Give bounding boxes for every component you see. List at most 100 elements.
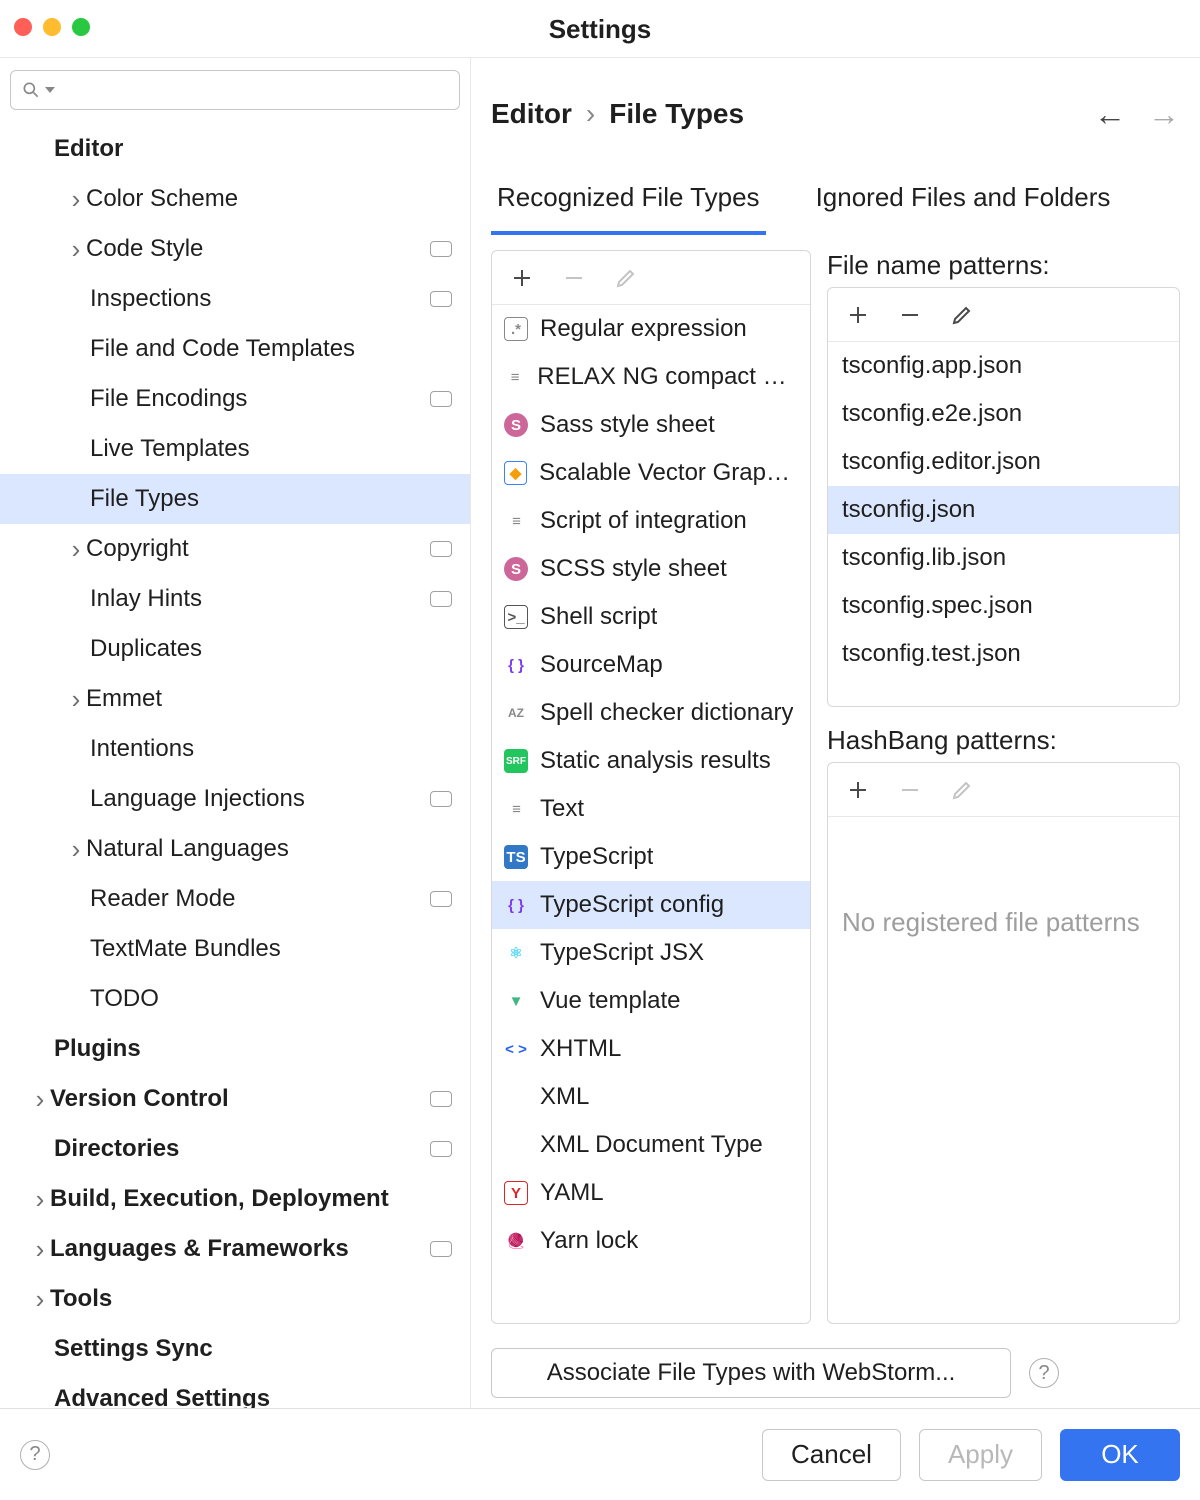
file-type-item[interactable]: SRFStatic analysis results: [492, 737, 810, 785]
sidebar-item[interactable]: Reader Mode: [0, 874, 470, 924]
help-icon[interactable]: ?: [1029, 1358, 1059, 1388]
file-type-item[interactable]: < >XHTML: [492, 1025, 810, 1073]
sidebar-item[interactable]: Live Templates: [0, 424, 470, 474]
ts-icon: TS: [504, 845, 528, 869]
sidebar-item[interactable]: File Types: [0, 474, 470, 524]
sidebar-item[interactable]: Intentions: [0, 724, 470, 774]
help-icon[interactable]: ?: [20, 1440, 50, 1470]
nav-back-icon[interactable]: ←: [1094, 96, 1126, 133]
sidebar-item[interactable]: Directories: [0, 1124, 470, 1174]
file-type-label: Scalable Vector Graphics: [539, 459, 798, 487]
sidebar-item[interactable]: Editor: [0, 124, 470, 174]
file-type-item[interactable]: ⚛TypeScript JSX: [492, 929, 810, 977]
sidebar-item[interactable]: TODO: [0, 974, 470, 1024]
file-type-item[interactable]: XML Document Type: [492, 1121, 810, 1169]
pattern-item[interactable]: tsconfig.editor.json: [828, 438, 1179, 486]
sidebar-item[interactable]: Plugins: [0, 1024, 470, 1074]
sidebar-item[interactable]: Inspections: [0, 274, 470, 324]
cancel-button[interactable]: Cancel: [762, 1429, 901, 1481]
breadcrumb-bar: Editor › File Types ← →: [491, 84, 1180, 144]
sidebar-item[interactable]: Language Injections: [0, 774, 470, 824]
file-type-item[interactable]: AZSpell checker dictionary: [492, 689, 810, 737]
pattern-item[interactable]: tsconfig.json: [828, 486, 1179, 534]
file-type-item[interactable]: >_Shell script: [492, 593, 810, 641]
file-type-label: Text: [540, 795, 584, 823]
patterns-list[interactable]: tsconfig.app.jsontsconfig.e2e.jsontsconf…: [828, 342, 1179, 706]
file-type-item[interactable]: YYAML: [492, 1169, 810, 1217]
xml-icon: [504, 1085, 528, 1109]
sidebar-item-label: Duplicates: [90, 635, 452, 663]
file-type-label: Yarn lock: [540, 1227, 638, 1255]
chevron-right-icon: [66, 234, 86, 265]
file-type-item[interactable]: { }SourceMap: [492, 641, 810, 689]
chevron-down-icon[interactable]: [45, 87, 55, 93]
file-type-item[interactable]: SSCSS style sheet: [492, 545, 810, 593]
file-type-item[interactable]: ≡RELAX NG compact syntax: [492, 353, 810, 401]
chevron-right-icon: [30, 1234, 50, 1265]
patterns-label: File name patterns:: [827, 250, 1180, 281]
ok-button[interactable]: OK: [1060, 1429, 1180, 1481]
edit-button[interactable]: [950, 303, 974, 327]
sidebar-item[interactable]: Natural Languages: [0, 824, 470, 874]
sidebar-item-label: Language Injections: [90, 785, 430, 813]
pattern-item[interactable]: tsconfig.app.json: [828, 342, 1179, 390]
sidebar-item[interactable]: File and Code Templates: [0, 324, 470, 374]
sidebar-item[interactable]: File Encodings: [0, 374, 470, 424]
sidebar-item-label: Settings Sync: [54, 1335, 452, 1363]
sidebar-item[interactable]: Inlay Hints: [0, 574, 470, 624]
yaml-icon: Y: [504, 1181, 528, 1205]
srf-icon: SRF: [504, 749, 528, 773]
pattern-item[interactable]: tsconfig.spec.json: [828, 582, 1179, 630]
file-types-toolbar: [492, 251, 810, 305]
tab[interactable]: Recognized File Types: [491, 182, 766, 235]
minimize-icon[interactable]: [43, 18, 61, 36]
scope-badge-icon: [430, 1141, 452, 1157]
file-type-item[interactable]: ≡Script of integration: [492, 497, 810, 545]
file-type-item[interactable]: XML: [492, 1073, 810, 1121]
breadcrumb-segment[interactable]: Editor: [491, 98, 572, 130]
sidebar-item[interactable]: Build, Execution, Deployment: [0, 1174, 470, 1224]
scope-badge-icon: [430, 291, 452, 307]
remove-button: [898, 778, 922, 802]
zoom-icon[interactable]: [72, 18, 90, 36]
edit-button[interactable]: [614, 266, 638, 290]
file-types-list[interactable]: .*Regular expression≡RELAX NG compact sy…: [492, 305, 810, 1323]
file-type-label: XML Document Type: [540, 1131, 763, 1159]
file-type-item[interactable]: 🧶Yarn lock: [492, 1217, 810, 1265]
add-button[interactable]: [846, 778, 870, 802]
sidebar-item[interactable]: Advanced Settings: [0, 1374, 470, 1408]
sidebar-item[interactable]: Version Control: [0, 1074, 470, 1124]
tab[interactable]: Ignored Files and Folders: [810, 182, 1117, 235]
sidebar-item[interactable]: Color Scheme: [0, 174, 470, 224]
file-type-item[interactable]: .*Regular expression: [492, 305, 810, 353]
file-type-item[interactable]: { }TypeScript config: [492, 881, 810, 929]
remove-button[interactable]: [562, 266, 586, 290]
settings-tree[interactable]: EditorColor SchemeCode StyleInspectionsF…: [0, 124, 470, 1408]
pattern-item[interactable]: tsconfig.test.json: [828, 630, 1179, 678]
sidebar-item[interactable]: Tools: [0, 1274, 470, 1324]
pattern-item[interactable]: tsconfig.e2e.json: [828, 390, 1179, 438]
add-button[interactable]: [510, 266, 534, 290]
sidebar-item[interactable]: Copyright: [0, 524, 470, 574]
associate-button[interactable]: Associate File Types with WebStorm...: [491, 1348, 1011, 1398]
file-type-label: Script of integration: [540, 507, 747, 535]
sidebar-item[interactable]: Code Style: [0, 224, 470, 274]
pattern-item[interactable]: tsconfig.lib.json: [828, 534, 1179, 582]
sidebar-item[interactable]: Duplicates: [0, 624, 470, 674]
add-button[interactable]: [846, 303, 870, 327]
file-type-item[interactable]: ≡Text: [492, 785, 810, 833]
file-type-item[interactable]: ◆Scalable Vector Graphics: [492, 449, 810, 497]
remove-button[interactable]: [898, 303, 922, 327]
file-type-item[interactable]: SSass style sheet: [492, 401, 810, 449]
sidebar-item[interactable]: Emmet: [0, 674, 470, 724]
sidebar-item[interactable]: Settings Sync: [0, 1324, 470, 1374]
sidebar-item-label: Natural Languages: [86, 835, 452, 863]
apply-button[interactable]: Apply: [919, 1429, 1042, 1481]
close-icon[interactable]: [14, 18, 32, 36]
sidebar-item[interactable]: TextMate Bundles: [0, 924, 470, 974]
file-type-item[interactable]: ▼Vue template: [492, 977, 810, 1025]
file-type-item[interactable]: TSTypeScript: [492, 833, 810, 881]
sidebar-item[interactable]: Languages & Frameworks: [0, 1224, 470, 1274]
sidebar-item-label: Languages & Frameworks: [50, 1235, 430, 1263]
search-input[interactable]: [10, 70, 460, 110]
